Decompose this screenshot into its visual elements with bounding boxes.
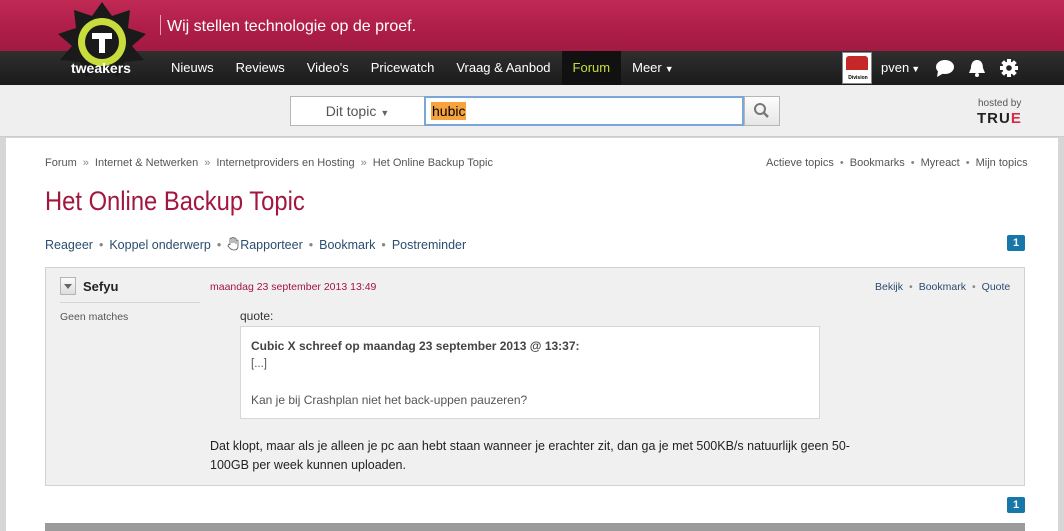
search-input-value: hubic — [431, 102, 467, 120]
page-title: Het Online Backup Topic — [45, 186, 305, 216]
page-number-badge[interactable]: 1 — [1007, 235, 1025, 251]
breadcrumb-internetproviders[interactable]: Internetproviders en Hosting — [216, 157, 354, 169]
search-icon — [754, 103, 769, 118]
nav-item-vraag-aanbod[interactable]: Vraag & Aanbod — [445, 51, 561, 85]
breadcrumb-forum[interactable]: Forum — [45, 157, 77, 169]
author-divider — [60, 302, 200, 303]
collapse-toggle-button[interactable] — [60, 277, 76, 295]
post-author[interactable]: Sefyu — [83, 279, 118, 294]
link-myreact[interactable]: Myreact — [921, 157, 960, 169]
hand-icon — [227, 237, 239, 251]
breadcrumb: Forum» Internet & Netwerken» Internetprovi… — [45, 157, 493, 169]
search-input[interactable]: hubic — [424, 96, 744, 126]
koppel-onderwerp-link[interactable]: Koppel onderwerp — [109, 238, 210, 252]
hosted-by-label: hosted by — [978, 98, 1022, 109]
reageer-link[interactable]: Reageer — [45, 238, 93, 252]
bell-icon[interactable] — [966, 58, 988, 78]
postreminder-link[interactable]: Postreminder — [392, 238, 466, 252]
post-date[interactable]: maandag 23 september 2013 13:49 — [210, 281, 376, 293]
topic-actions: Reageer • Koppel onderwerp • Rapporteer • Book… — [45, 237, 467, 252]
nav-menu: Nieuws Reviews Video's Pricewatch Vraag … — [160, 51, 685, 85]
nav-item-forum[interactable]: Forum — [561, 51, 622, 85]
nav-item-nieuws[interactable]: Nieuws — [160, 51, 225, 85]
nav-item-reviews[interactable]: Reviews — [225, 51, 296, 85]
chevron-down-icon: ▼ — [911, 64, 921, 74]
gear-icon[interactable] — [998, 58, 1020, 78]
chat-icon[interactable] — [934, 58, 956, 78]
link-actieve-topics[interactable]: Actieve topics — [766, 157, 834, 169]
search-scope-select[interactable]: Dit topic ▼ — [290, 96, 424, 126]
quote-link[interactable]: Quote — [982, 281, 1011, 293]
post-body: Dat klopt, maar als je alleen je pc aan … — [210, 439, 850, 472]
forum-user-links: Actieve topics • Bookmarks • Myreact • Mijn to… — [766, 157, 1028, 169]
bookmark-link[interactable]: Bookmark — [319, 238, 375, 252]
link-bookmarks[interactable]: Bookmarks — [850, 157, 905, 169]
quote-author[interactable]: Cubic X schreef op maandag 23 september … — [251, 339, 580, 353]
breadcrumb-internet-netwerken[interactable]: Internet & Netwerken — [95, 157, 198, 169]
quote-ellipsis: [...] — [251, 358, 267, 370]
page-number-badge-bottom[interactable]: 1 — [1007, 497, 1025, 513]
nav-item-pricewatch[interactable]: Pricewatch — [360, 51, 446, 85]
quote-text: Kan je bij Crashplan niet het back-uppen… — [251, 393, 528, 407]
chevron-down-icon: ▼ — [380, 108, 390, 118]
author-meta: Geen matches — [60, 311, 129, 323]
next-post-bar — [45, 523, 1025, 531]
post-bookmark-link[interactable]: Bookmark — [919, 281, 966, 293]
quote-label: quote: — [240, 309, 274, 323]
nav-item-videos[interactable]: Video's — [296, 51, 360, 85]
logo-wordmark[interactable]: tweakers — [71, 60, 131, 76]
site-tagline: Wij stellen technologie op de proef. — [160, 15, 416, 36]
search-button[interactable] — [744, 96, 780, 126]
nav-item-meer[interactable]: Meer ▼ — [621, 51, 685, 85]
breadcrumb-topic[interactable]: Het Online Backup Topic — [373, 157, 493, 169]
host-logo[interactable]: TRUE — [977, 110, 1022, 127]
user-menu[interactable]: pven ▼ — [881, 51, 920, 86]
user-avatar[interactable]: Division Brabant — [842, 52, 872, 84]
rapporteer-link[interactable]: Rapporteer — [240, 238, 303, 252]
chevron-down-icon: ▼ — [664, 64, 674, 74]
bekijk-link[interactable]: Bekijk — [875, 281, 903, 293]
post-actions: Bekijk • Bookmark • Quote — [875, 281, 1011, 293]
link-mijn-topics[interactable]: Mijn topics — [976, 157, 1028, 169]
